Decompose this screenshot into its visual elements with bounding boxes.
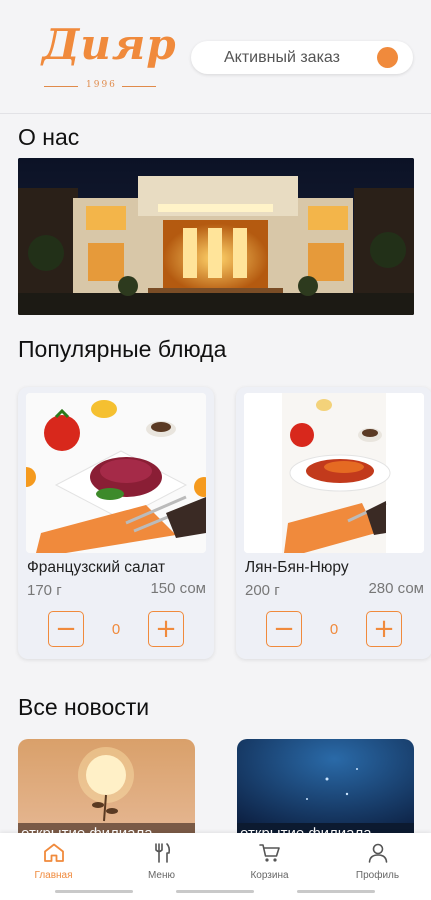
nav-indicator-bar — [297, 890, 375, 893]
increase-quantity-button[interactable]: + — [148, 611, 184, 647]
lyan-byan-nyuru-image — [244, 393, 424, 553]
news-underwater-image — [237, 739, 414, 839]
nav-indicator-bar — [55, 890, 133, 893]
news-title: Все новости — [18, 694, 150, 720]
logo-divider-left — [44, 86, 78, 87]
dish-name: Французский салат — [27, 559, 166, 576]
quantity-value: 0 — [329, 621, 339, 638]
dish-weight: 170 г — [27, 582, 62, 599]
quantity-value: 0 — [111, 621, 121, 638]
news-card[interactable]: открытие филиала — [237, 739, 414, 839]
active-order-label: Активный заказ — [224, 48, 340, 66]
dish-weight: 200 г — [245, 582, 280, 599]
home-icon — [43, 843, 64, 862]
dish-photo — [244, 393, 424, 553]
dish-card[interactable]: Лян-Бян-Нюру 200 г 280 сом − 0 + — [236, 387, 431, 659]
cart-icon — [258, 844, 280, 862]
app-header: Дияр 1996 Активный заказ — [0, 0, 431, 114]
logo-text: Дияр — [42, 20, 177, 69]
nav-menu-label: Меню — [147, 870, 176, 881]
nav-menu[interactable]: Меню — [108, 833, 215, 888]
news-card[interactable]: открытие филиала — [18, 739, 195, 839]
dish-name: Лян-Бян-Нюру — [245, 559, 349, 576]
nav-cart-label: Корзина — [250, 870, 289, 881]
dish-price: 150 сом — [150, 580, 206, 597]
logo-divider-right — [122, 86, 156, 87]
french-salad-image — [26, 393, 206, 553]
decrease-quantity-button[interactable]: − — [266, 611, 302, 647]
nav-home-label: Главная — [34, 870, 73, 881]
about-title: О нас — [18, 124, 80, 150]
active-order-indicator — [377, 47, 398, 68]
nav-profile-label: Профиль — [355, 870, 400, 881]
logo-year: 1996 — [86, 80, 117, 90]
nav-indicator-bar — [176, 890, 254, 893]
restaurant-logo[interactable]: Дияр 1996 — [40, 20, 176, 96]
dish-card[interactable]: Французский салат 170 г 150 сом − 0 + — [18, 387, 214, 659]
restaurant-building-image — [18, 158, 414, 315]
cutlery-icon — [154, 843, 170, 863]
nav-cart[interactable]: Корзина — [216, 833, 323, 888]
dish-price: 280 сом — [368, 580, 424, 597]
popular-dishes-title: Популярные блюда — [18, 336, 227, 362]
nav-home[interactable]: Главная — [0, 833, 107, 888]
active-order-button[interactable]: Активный заказ — [191, 41, 413, 74]
user-icon — [368, 843, 387, 863]
decrease-quantity-button[interactable]: − — [48, 611, 84, 647]
news-sunset-image — [18, 739, 195, 839]
increase-quantity-button[interactable]: + — [366, 611, 402, 647]
restaurant-photo[interactable] — [18, 158, 414, 315]
nav-profile[interactable]: Профиль — [324, 833, 431, 888]
dish-photo — [26, 393, 206, 553]
